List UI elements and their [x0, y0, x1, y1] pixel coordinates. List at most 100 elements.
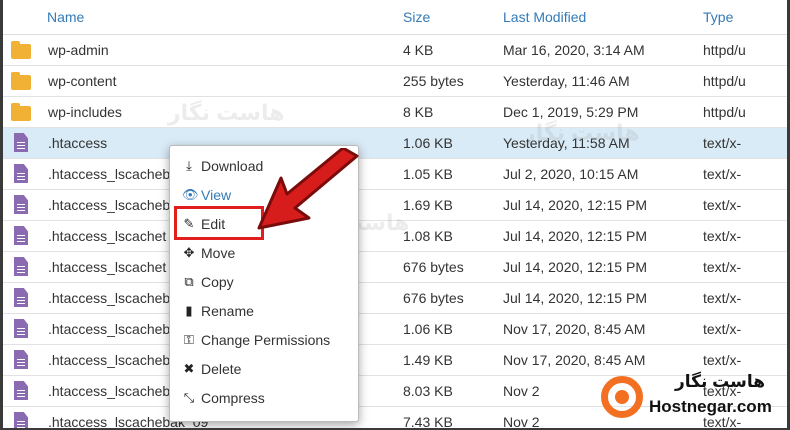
file-icon [14, 288, 28, 307]
file-size: 1.06 KB [403, 313, 503, 345]
column-header-type[interactable]: Type [703, 0, 787, 35]
watermark-text: هاست نگار [523, 120, 640, 145]
logo-text-fa: هاست نگار [674, 372, 765, 391]
menu-item-label: Compress [201, 390, 265, 406]
edit-highlight-box [174, 206, 264, 240]
column-header-name[interactable]: Name [3, 0, 403, 35]
file-icon [14, 133, 28, 152]
file-type: text/x- [703, 282, 787, 314]
menu-item-download[interactable]: ⤓ Download [182, 155, 263, 177]
rename-icon: ▮ [185, 303, 193, 318]
folder-icon [11, 102, 31, 121]
file-modified: Yesterday, 11:46 AM [503, 65, 703, 97]
table-row[interactable]: wp-content 255 bytes Yesterday, 11:46 AM ht… [3, 65, 787, 97]
column-header-last-modified[interactable]: Last Modified [503, 0, 703, 35]
file-type: text/x- [703, 251, 787, 283]
file-size: 7.43 KB [403, 406, 503, 428]
file-name-wrap: wp-admin [11, 40, 403, 59]
file-icon [14, 195, 28, 214]
copy-icon: ⧉ [184, 274, 194, 289]
file-modified: Jul 14, 2020, 12:15 PM [503, 189, 703, 221]
table-row[interactable]: wp-includes 8 KB Dec 1, 2019, 5:29 PM httpd… [3, 96, 787, 128]
file-type: httpd/u [703, 65, 787, 97]
file-name[interactable]: .htaccess_lscachet [48, 228, 166, 244]
file-type: text/x- [703, 313, 787, 345]
folder-icon [11, 71, 31, 90]
file-icon [14, 226, 28, 245]
menu-item-label: Change Permissions [201, 332, 331, 348]
file-modified: Jul 14, 2020, 12:15 PM [503, 220, 703, 252]
menu-item-rename[interactable]: ▮ Rename [182, 300, 254, 322]
file-name-cell[interactable]: wp-content [3, 65, 403, 97]
file-modified: Jul 14, 2020, 12:15 PM [503, 282, 703, 314]
menu-item-move[interactable]: ✥ Move [182, 242, 236, 264]
table-row[interactable]: .htaccess_lscacheb 1.06 KB Nov 17, 2020, 8… [3, 313, 787, 345]
file-manager-frame: Name Size Last Modified Type wp-admin 4 K… [3, 0, 787, 428]
compress-icon: ⤡ [183, 390, 195, 405]
file-size: 676 bytes [403, 282, 503, 314]
eye-icon: 👁 [182, 187, 199, 202]
table-row[interactable]: .htaccess_lscachet 676 bytes Jul 14, 2020,… [3, 251, 787, 283]
file-modified: Jul 14, 2020, 12:15 PM [503, 251, 703, 283]
file-name[interactable]: .htaccess_lscacheb [48, 352, 170, 368]
file-icon [14, 381, 28, 400]
menu-item-compress[interactable]: ⤡ Compress [182, 387, 265, 409]
pointer-arrow-icon [257, 148, 359, 230]
file-name[interactable]: .htaccess_lscacheb [48, 321, 170, 337]
file-type: text/x- [703, 189, 787, 221]
table-row[interactable]: .htaccess_lscacheb 1.05 KB Jul 2, 2020, 10… [3, 158, 787, 190]
file-name[interactable]: .htaccess [48, 135, 107, 151]
table-row[interactable]: .htaccess 1.06 KB Yesterday, 11:58 AM text/… [3, 127, 787, 159]
file-name-cell[interactable]: wp-admin [3, 34, 403, 66]
file-size: 1.49 KB [403, 344, 503, 376]
table-row[interactable]: wp-admin 4 KB Mar 16, 2020, 3:14 AM httpd/u [3, 34, 787, 66]
file-size: 8 KB [403, 96, 503, 128]
delete-icon: ✖ [183, 361, 195, 376]
file-icon [14, 350, 28, 369]
menu-item-label: Move [201, 245, 236, 261]
table-row[interactable]: .htaccess_lscacheb 676 bytes Jul 14, 2020,… [3, 282, 787, 314]
file-size: 1.69 KB [403, 189, 503, 221]
file-name[interactable]: .htaccess_lscachet [48, 259, 166, 275]
file-type: httpd/u [703, 34, 787, 66]
file-name[interactable]: wp-admin [48, 42, 109, 58]
file-type: text/x- [703, 127, 787, 159]
file-name[interactable]: .htaccess_lscacheb [48, 197, 170, 213]
file-icon [14, 412, 28, 428]
file-size: 4 KB [403, 34, 503, 66]
menu-item-view[interactable]: 👁 View [182, 184, 231, 206]
file-size: 1.06 KB [403, 127, 503, 159]
logo-text-en: Hostnegar.com [649, 397, 772, 416]
file-icon [14, 257, 28, 276]
download-icon: ⤓ [186, 158, 192, 173]
menu-item-copy[interactable]: ⧉ Copy [182, 271, 234, 293]
file-size: 1.08 KB [403, 220, 503, 252]
hostnegar-logo: هاست نگار Hostnegar.com [599, 370, 787, 426]
file-icon [14, 319, 28, 338]
file-modified: Nov 17, 2020, 8:45 AM [503, 313, 703, 345]
logo-dot-icon [615, 390, 629, 404]
file-modified: Jul 2, 2020, 10:15 AM [503, 158, 703, 190]
menu-item-change-permissions[interactable]: ⚿ Change Permissions [182, 329, 330, 351]
key-icon: ⚿ [184, 332, 194, 347]
menu-item-delete[interactable]: ✖ Delete [182, 358, 242, 380]
file-name-wrap: wp-content [11, 71, 403, 90]
file-name[interactable]: wp-includes [48, 104, 122, 120]
file-name[interactable]: .htaccess_lscacheb [48, 290, 170, 306]
file-name[interactable]: .htaccess_lscacheb [48, 383, 170, 399]
file-name[interactable]: .htaccess_lscacheb [48, 166, 170, 182]
file-icon [14, 164, 28, 183]
file-name[interactable]: wp-content [48, 73, 116, 89]
file-type: text/x- [703, 220, 787, 252]
menu-item-label: Copy [201, 274, 234, 290]
watermark-text: هاست نگار [168, 100, 285, 125]
menu-item-label: View [201, 187, 232, 203]
menu-item-label: Download [201, 158, 264, 174]
file-modified: Mar 16, 2020, 3:14 AM [503, 34, 703, 66]
column-header-size[interactable]: Size [403, 0, 503, 35]
file-type: httpd/u [703, 96, 787, 128]
table-header-row: Name Size Last Modified Type [3, 0, 787, 35]
file-type: text/x- [703, 158, 787, 190]
move-icon: ✥ [183, 245, 195, 260]
menu-item-label: Delete [201, 361, 242, 377]
